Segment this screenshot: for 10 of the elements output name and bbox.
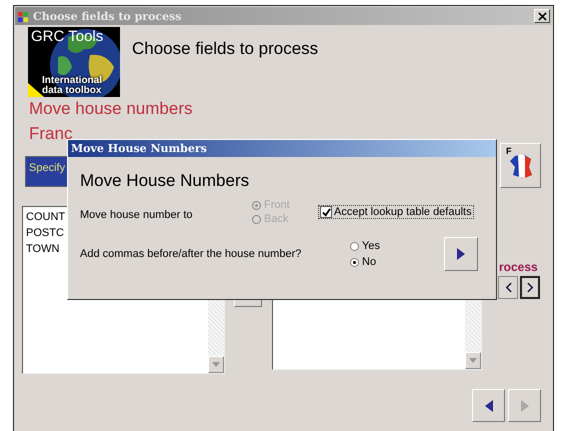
task-name: Move house numbers (28, 98, 194, 119)
commas-label: Add commas before/after the house number? (80, 248, 302, 260)
flag-label: F (506, 146, 512, 156)
logo-title: GRC Tools (31, 28, 104, 45)
process-label: rocess (499, 260, 538, 274)
country-name: Franc (28, 123, 74, 140)
move-label: Move house number to (80, 208, 194, 221)
page-heading: Choose fields to process (132, 38, 318, 60)
dialog-title: Move House Numbers (71, 142, 207, 155)
window-title: Choose fields to process (33, 10, 182, 22)
